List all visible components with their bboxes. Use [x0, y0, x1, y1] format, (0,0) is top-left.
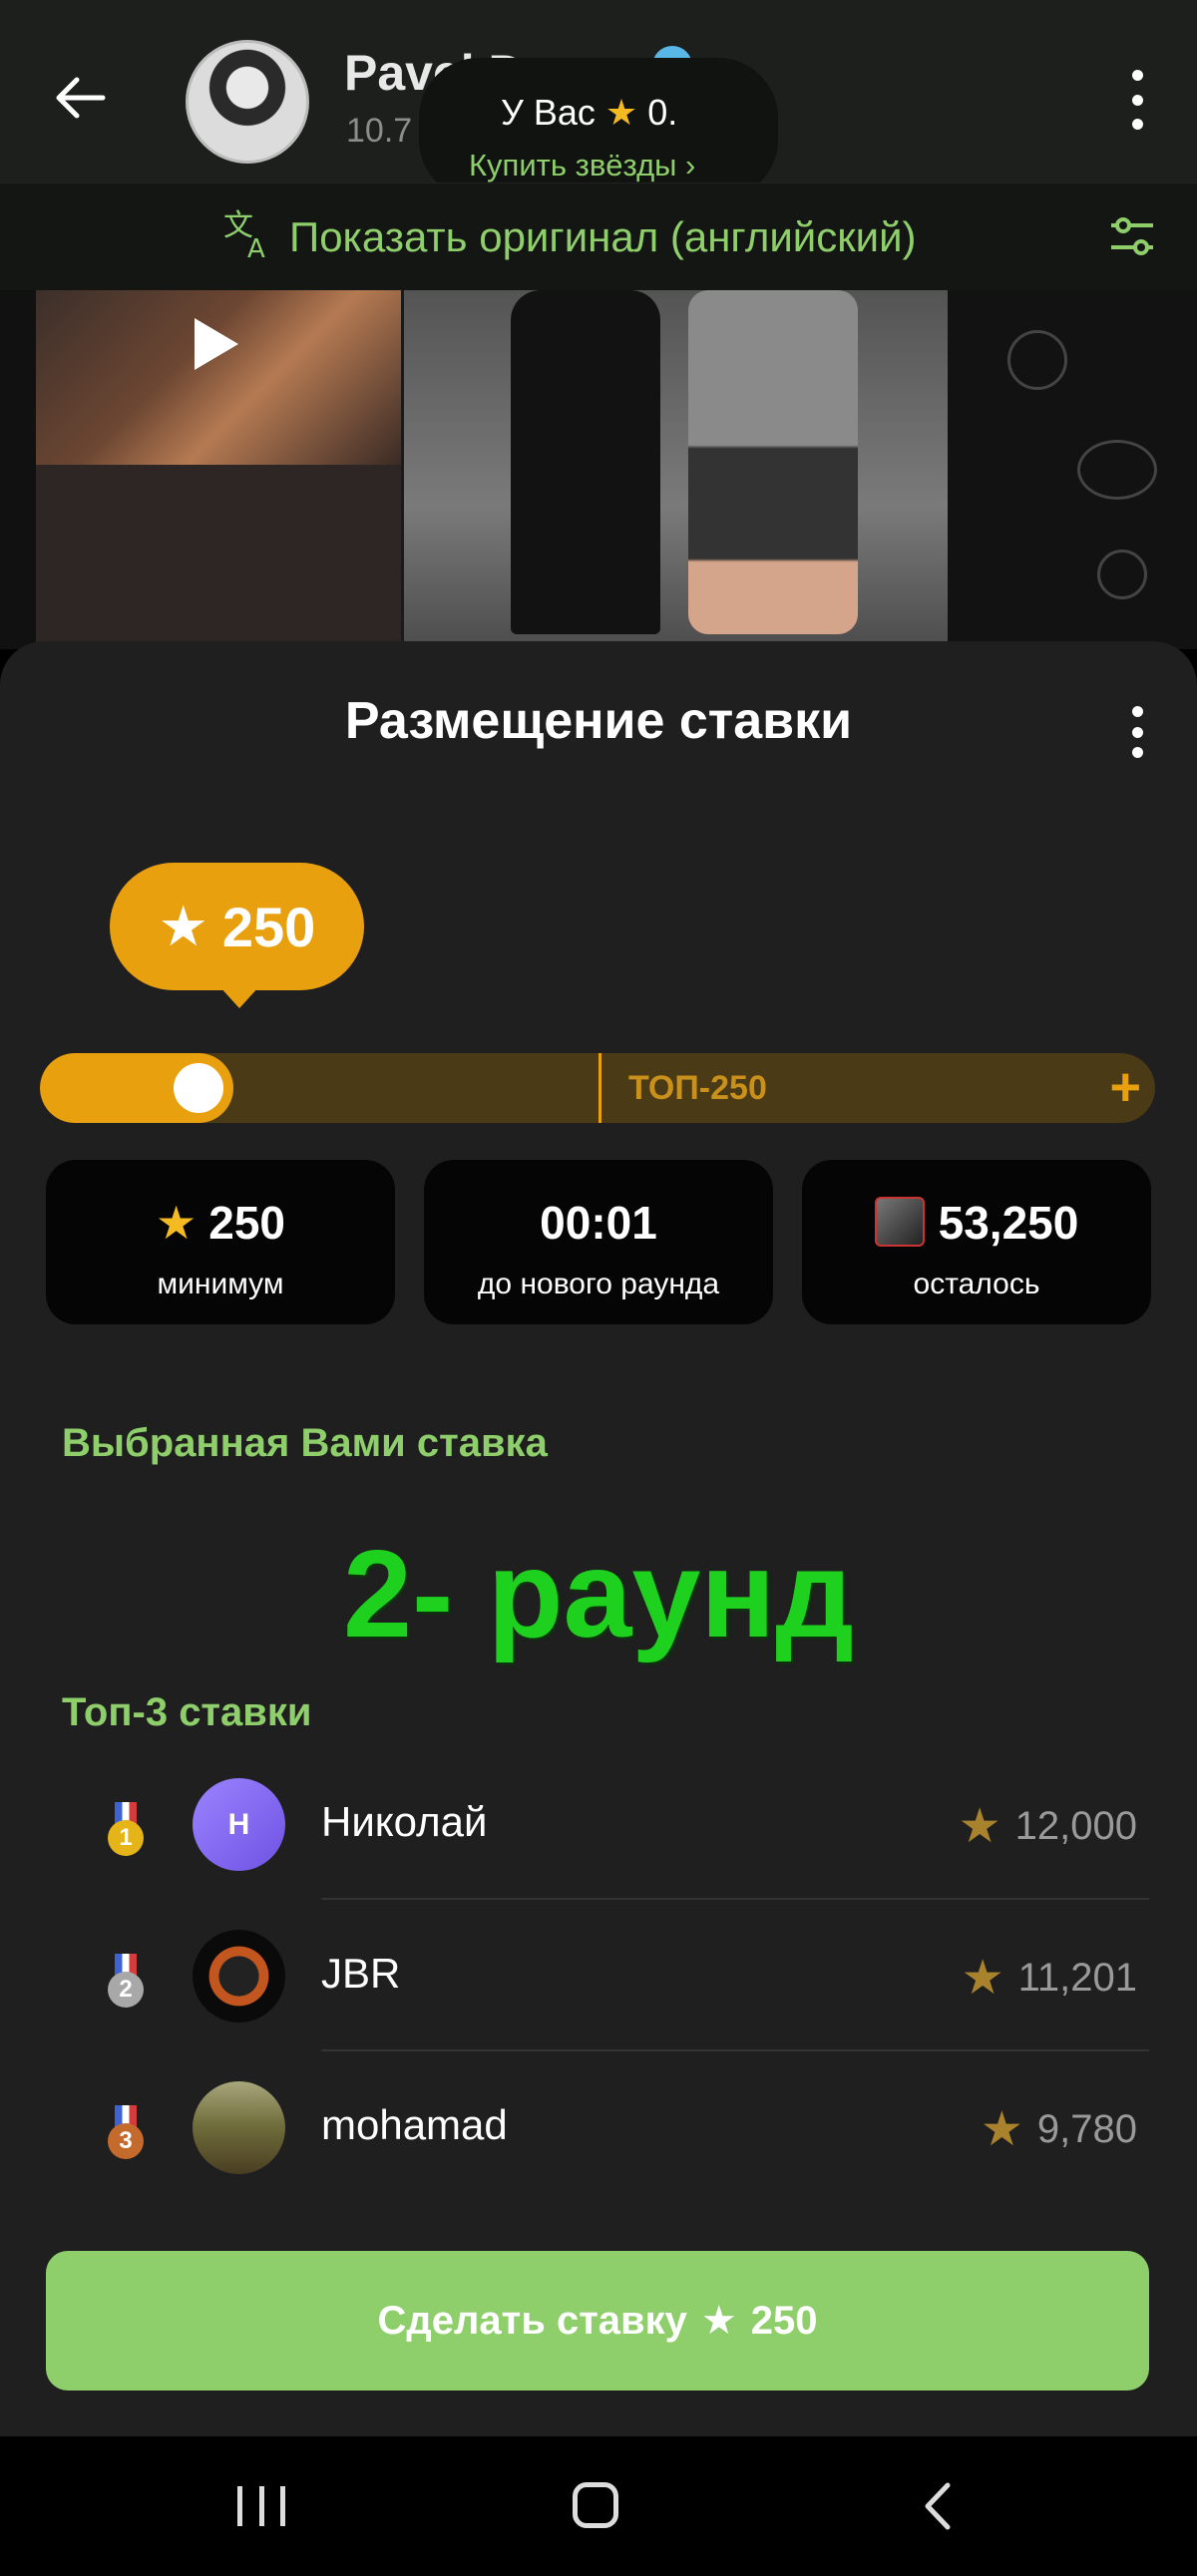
bet-amount-value: 250 [221, 895, 316, 958]
media-strip [0, 290, 1197, 649]
bet-slider[interactable]: ТОП-250 + [40, 1053, 1155, 1123]
avatar[interactable]: Н [193, 1778, 285, 1871]
avatar[interactable] [193, 2081, 285, 2174]
back-arrow-icon[interactable] [48, 66, 112, 130]
avatar[interactable] [193, 1930, 285, 2023]
silver-medal-icon: 2 [104, 1954, 148, 2016]
stat-value: 00:01 [540, 1197, 657, 1249]
top-bet-row[interactable]: 2 JBR ★ 11,201 [0, 1900, 1197, 2051]
stars-balance-value: 0. [647, 92, 678, 133]
stat-minimum: ★ 250 минимум [46, 1160, 395, 1324]
sheet-title: Размещение ставки [344, 692, 853, 750]
stars-balance-line: У Вас ★ 0. [501, 92, 677, 134]
stat-value: 53,250 [938, 1197, 1079, 1249]
increase-bet-icon[interactable]: + [1109, 1057, 1141, 1117]
bronze-medal-icon: 3 [104, 2105, 148, 2167]
selected-bet-value: 2- раунд [343, 1526, 854, 1663]
selected-bet-title: Выбранная Вами ставка [62, 1421, 548, 1465]
bet-amount: ★ 9,780 [980, 2103, 1137, 2156]
slider-marker [598, 1053, 601, 1123]
svg-text:A: A [247, 234, 265, 261]
chat-wallpaper [948, 290, 1197, 649]
place-bet-sheet: Размещение ставки ★ 250 ТОП-250 + ★ 250 м… [0, 641, 1197, 2436]
bet-amount: ★ 12,000 [958, 1800, 1137, 1853]
stat-value-row: 53,250 [802, 1196, 1151, 1250]
top-bets-title: Топ-3 ставки [62, 1690, 312, 1734]
bettor-name: mohamad [321, 2101, 508, 2148]
ufc-box-icon [874, 1197, 925, 1247]
stat-label: до нового раунда [477, 1268, 720, 1300]
chat-header: Pavel Durov 10.7 У Вас ★ 0. Купить звёзд… [0, 0, 1197, 199]
star-icon: ★ [700, 2299, 737, 2343]
chat-subtitle: 10.7 [346, 112, 413, 150]
wallpaper-doodle-icon [1077, 440, 1157, 500]
bettor-name: Николай [321, 1798, 488, 1845]
stat-remaining: 53,250 осталось [802, 1160, 1151, 1324]
stat-label: осталось [913, 1268, 1040, 1300]
video-thumbnail[interactable] [36, 290, 401, 465]
photo-figure [511, 290, 660, 634]
stat-value-row: ★ 250 [46, 1196, 395, 1250]
sheet-more-icon[interactable] [1117, 706, 1157, 758]
more-menu-icon[interactable] [1117, 70, 1157, 130]
chat-avatar[interactable] [186, 40, 309, 164]
translate-icon: 文A [221, 205, 277, 272]
chat-wallpaper [0, 290, 36, 649]
stat-value: 250 [208, 1197, 285, 1249]
bet-amount: ★ 11,201 [961, 1952, 1137, 2005]
stars-balance-text: У Вас [501, 92, 596, 133]
place-bet-label: Сделать ставку [377, 2298, 687, 2343]
gold-medal-icon: 1 [104, 1802, 148, 1864]
nav-back-icon[interactable] [918, 2481, 958, 2531]
star-icon: ★ [156, 1197, 198, 1249]
star-icon: ★ [604, 92, 638, 133]
stat-label: минимум [157, 1268, 284, 1300]
video-thumbnail-footer [36, 465, 401, 649]
translate-settings-icon[interactable] [1107, 211, 1157, 261]
play-icon[interactable] [195, 318, 238, 370]
bet-amount-bubble: ★ 250 [110, 863, 364, 1008]
stat-timer: 00:01 до нового раунда [424, 1160, 773, 1324]
slider-knob[interactable] [174, 1063, 223, 1113]
wallpaper-doodle-icon [1097, 550, 1147, 599]
place-bet-button[interactable]: Сделать ставку ★ 250 [46, 2251, 1149, 2391]
stars-balance-popup[interactable]: У Вас ★ 0. Купить звёзды › [419, 58, 778, 199]
show-original-label[interactable]: Показать оригинал (английский) [289, 213, 917, 261]
translate-bar[interactable]: 文A Показать оригинал (английский) [0, 183, 1197, 290]
star-icon: ★ [980, 2103, 1023, 2156]
top-bet-row[interactable]: 3 mohamad ★ 9,780 [0, 2051, 1197, 2203]
recents-icon[interactable] [237, 2486, 285, 2526]
photo-thumbnail[interactable] [404, 290, 948, 649]
home-icon[interactable] [573, 2482, 618, 2528]
star-icon: ★ [158, 895, 208, 957]
star-icon: ★ [958, 1800, 1001, 1853]
slider-marker-label: ТОП-250 [628, 1069, 767, 1107]
top-bet-row[interactable]: 1 Н Николай ★ 12,000 [0, 1748, 1197, 1900]
photo-figure [688, 290, 858, 634]
buy-stars-link[interactable]: Купить звёзды › [469, 148, 695, 184]
wallpaper-doodle-icon [1007, 330, 1067, 390]
system-nav-bar [0, 2436, 1197, 2576]
star-icon: ★ [961, 1952, 1004, 2005]
place-bet-amount: 250 [750, 2298, 818, 2343]
bettor-name: JBR [321, 1950, 401, 1997]
